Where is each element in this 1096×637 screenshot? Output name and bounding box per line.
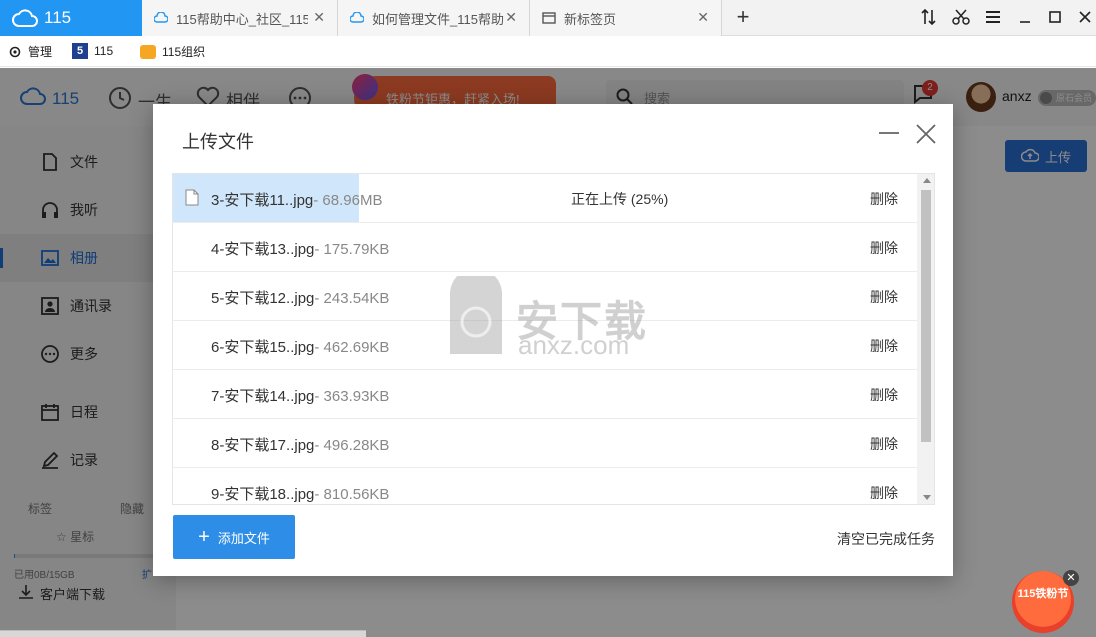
scrollbar-thumb[interactable] bbox=[921, 190, 931, 442]
close-icon[interactable]: ✕ bbox=[697, 9, 709, 26]
file-name-text: 5-安下载12..jpg bbox=[211, 290, 315, 307]
watermark-sub: anxz.com bbox=[518, 330, 630, 360]
file-name: 3-安下载11..jpg- 68.96MB bbox=[211, 189, 382, 210]
tab-manage-files[interactable]: 如何管理文件_115帮助中 ✕ bbox=[338, 0, 530, 36]
close-icon[interactable]: ✕ bbox=[1063, 570, 1079, 586]
add-file-button[interactable]: + 添加文件 bbox=[173, 515, 295, 559]
minimize-icon[interactable] bbox=[879, 132, 899, 134]
menu-icon[interactable] bbox=[982, 6, 1004, 28]
maximize-icon[interactable] bbox=[1044, 6, 1066, 28]
brand-label: 115 bbox=[44, 8, 72, 27]
file-name: 8-安下载17..jpg- 496.28KB bbox=[211, 434, 389, 455]
clear-completed-link[interactable]: 清空已完成任务 bbox=[837, 529, 935, 549]
file-name: 6-安下载15..jpg- 462.69KB bbox=[211, 336, 389, 357]
delete-button[interactable]: 删除 bbox=[870, 483, 898, 503]
gear-icon bbox=[8, 45, 22, 59]
bookmark-115-org[interactable]: 115组织 bbox=[140, 43, 205, 60]
file-name: 7-安下载14..jpg- 363.93KB bbox=[211, 385, 389, 406]
delete-button[interactable]: 删除 bbox=[870, 434, 898, 454]
delete-button[interactable]: 删除 bbox=[870, 287, 898, 307]
sort-icon[interactable] bbox=[918, 6, 940, 28]
scroll-up-arrow-icon[interactable] bbox=[923, 178, 931, 183]
bookmark-115[interactable]: 5 115 bbox=[72, 43, 113, 59]
file-name: 5-安下载12..jpg- 243.54KB bbox=[211, 287, 389, 308]
file-name: 9-安下载18..jpg- 810.56KB bbox=[211, 483, 389, 504]
file-size: - 810.56KB bbox=[314, 486, 390, 503]
delete-button[interactable]: 删除 bbox=[870, 189, 898, 209]
cloud-icon bbox=[350, 12, 364, 24]
add-file-label: 添加文件 bbox=[217, 530, 270, 546]
file-row: 8-安下载17..jpg- 496.28KB 删除 bbox=[173, 419, 917, 468]
file-size: - 175.79KB bbox=[314, 241, 390, 258]
cloud-icon bbox=[154, 12, 168, 24]
bookmark-label: 115 bbox=[94, 44, 114, 58]
logo-icon: 5 bbox=[72, 43, 88, 59]
tab-title: 新标签页 bbox=[564, 11, 617, 27]
bookmark-bar: 管理 5 115 115组织 bbox=[0, 37, 1096, 67]
file-size: - 363.93KB bbox=[314, 388, 390, 405]
cloud-icon bbox=[140, 44, 156, 59]
upload-status: 正在上传 (25%) bbox=[571, 191, 669, 207]
file-row: 4-安下载13..jpg- 175.79KB 删除 bbox=[173, 223, 917, 272]
close-icon[interactable] bbox=[915, 123, 937, 145]
browser-tabbar: 115 115帮助中心_社区_115 ✕ 如何管理文件_115帮助中 ✕ 新标签… bbox=[0, 0, 1096, 36]
plus-icon: + bbox=[198, 526, 210, 548]
delete-button[interactable]: 删除 bbox=[870, 336, 898, 356]
file-name-text: 4-安下载13..jpg bbox=[211, 241, 315, 258]
delete-button[interactable]: 删除 bbox=[870, 238, 898, 258]
cloud-icon bbox=[12, 8, 38, 33]
scrollbar[interactable] bbox=[917, 174, 934, 504]
scroll-down-arrow-icon[interactable] bbox=[923, 495, 931, 500]
delete-button[interactable]: 删除 bbox=[870, 385, 898, 405]
file-name-text: 8-安下载17..jpg bbox=[211, 437, 315, 454]
close-icon[interactable]: ✕ bbox=[313, 9, 325, 26]
watermark-shield-icon bbox=[440, 268, 512, 363]
close-window-icon[interactable] bbox=[1074, 6, 1096, 28]
tab-title: 如何管理文件_115帮助中 bbox=[372, 11, 504, 27]
scissors-icon[interactable] bbox=[950, 6, 972, 28]
file-row: 3-安下载11..jpg- 68.96MB 正在上传 (25%) 删除 bbox=[173, 174, 917, 223]
minimize-icon[interactable] bbox=[1014, 6, 1036, 28]
bookmark-label: 115组织 bbox=[162, 45, 206, 59]
status-strip bbox=[0, 630, 366, 637]
file-icon bbox=[185, 189, 199, 210]
dialog-title: 上传文件 bbox=[182, 132, 254, 152]
file-name-text: 6-安下载15..jpg bbox=[211, 339, 315, 356]
file-size: - 243.54KB bbox=[314, 290, 390, 307]
tab-title: 115帮助中心_社区_115 bbox=[176, 11, 308, 27]
file-row: 9-安下载18..jpg- 810.56KB 删除 bbox=[173, 468, 917, 504]
file-size: - 462.69KB bbox=[314, 339, 390, 356]
bookmark-label: 管理 bbox=[28, 45, 53, 59]
file-name-text: 3-安下载11..jpg bbox=[211, 192, 314, 209]
file-size: - 68.96MB bbox=[313, 192, 383, 209]
tab-new-tab[interactable]: 新标签页 ✕ bbox=[530, 0, 722, 36]
window-icon bbox=[542, 12, 556, 24]
file-name-text: 7-安下载14..jpg bbox=[211, 388, 315, 405]
browser-brand-tab[interactable]: 115 bbox=[0, 0, 142, 36]
bookmark-manage[interactable]: 管理 bbox=[8, 43, 52, 60]
tab-help-center[interactable]: 115帮助中心_社区_115 ✕ bbox=[142, 0, 338, 36]
new-tab-button[interactable]: + bbox=[732, 4, 754, 30]
file-size: - 496.28KB bbox=[314, 437, 390, 454]
close-icon[interactable]: ✕ bbox=[505, 9, 517, 26]
file-name: 4-安下载13..jpg- 175.79KB bbox=[211, 238, 389, 259]
file-name-text: 9-安下载18..jpg bbox=[211, 486, 315, 503]
file-row: 7-安下载14..jpg- 363.93KB 删除 bbox=[173, 370, 917, 419]
